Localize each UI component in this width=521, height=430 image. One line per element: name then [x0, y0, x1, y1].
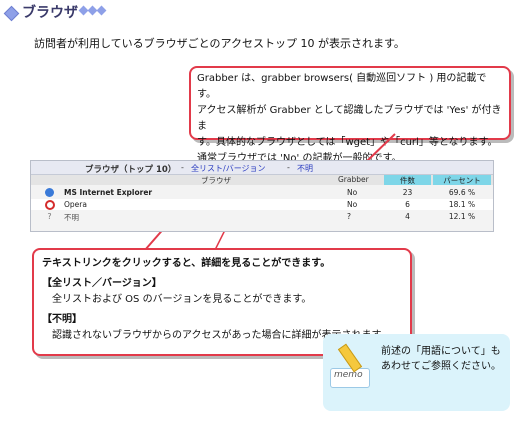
question-icon: ? — [47, 212, 52, 221]
count-value: 4 — [405, 212, 410, 221]
count-value: 6 — [405, 200, 410, 209]
browser-name: Opera — [64, 200, 87, 209]
table-row: MS Internet Explorer No 23 69.6 % — [31, 187, 493, 198]
table-row: Opera No 6 18.1 % — [31, 199, 493, 210]
all-list-title: 【全リスト／バージョン】 — [42, 278, 162, 289]
grabber-value: No — [347, 200, 358, 209]
browser-name: MS Internet Explorer — [64, 188, 153, 197]
browser-stats-table: ブラウザ（トップ 10） - 全リスト/バージョン - 不明 ブラウザ Grab… — [30, 160, 494, 232]
memo-text: 前述の「用語について」も あわせてご参照ください。 — [381, 344, 501, 374]
col-percent: パーセント — [433, 175, 491, 185]
col-browser: ブラウザ — [201, 176, 231, 185]
grabber-value: No — [347, 188, 358, 197]
browser-name: 不明 — [64, 213, 79, 222]
memo-line: あわせてご参照ください。 — [381, 361, 501, 372]
unknown-link[interactable]: 不明 — [297, 163, 313, 174]
count-value: 23 — [402, 188, 413, 197]
all-list-desc: 全リストおよび OS のバージョンを見ることができます。 — [52, 294, 312, 305]
table-title: ブラウザ（トップ 10） — [85, 165, 177, 175]
percent-value: 69.6 % — [448, 188, 476, 197]
percent-value: 12.1 % — [448, 212, 476, 221]
link-separator: - — [287, 163, 290, 172]
memo-line: 前述の「用語について」も — [381, 346, 501, 357]
unknown-title: 【不明】 — [42, 314, 82, 325]
internet-explorer-icon — [45, 188, 54, 197]
percent-value: 18.1 % — [448, 200, 476, 209]
col-grabber: Grabber — [338, 175, 369, 184]
link-separator: - — [181, 163, 184, 172]
grabber-value: ? — [347, 212, 351, 221]
table-row: ? 不明 ? 4 12.1 % — [31, 211, 493, 222]
memo-label: memo — [334, 370, 363, 380]
col-count: 件数 — [384, 175, 431, 185]
table-title-bar: ブラウザ（トップ 10） - 全リスト/バージョン - 不明 — [31, 161, 493, 175]
all-list-version-link[interactable]: 全リスト/バージョン — [191, 163, 266, 174]
opera-icon — [45, 200, 55, 210]
links-callout-heading: テキストリンクをクリックすると、詳細を見ることができます。 — [42, 258, 331, 269]
